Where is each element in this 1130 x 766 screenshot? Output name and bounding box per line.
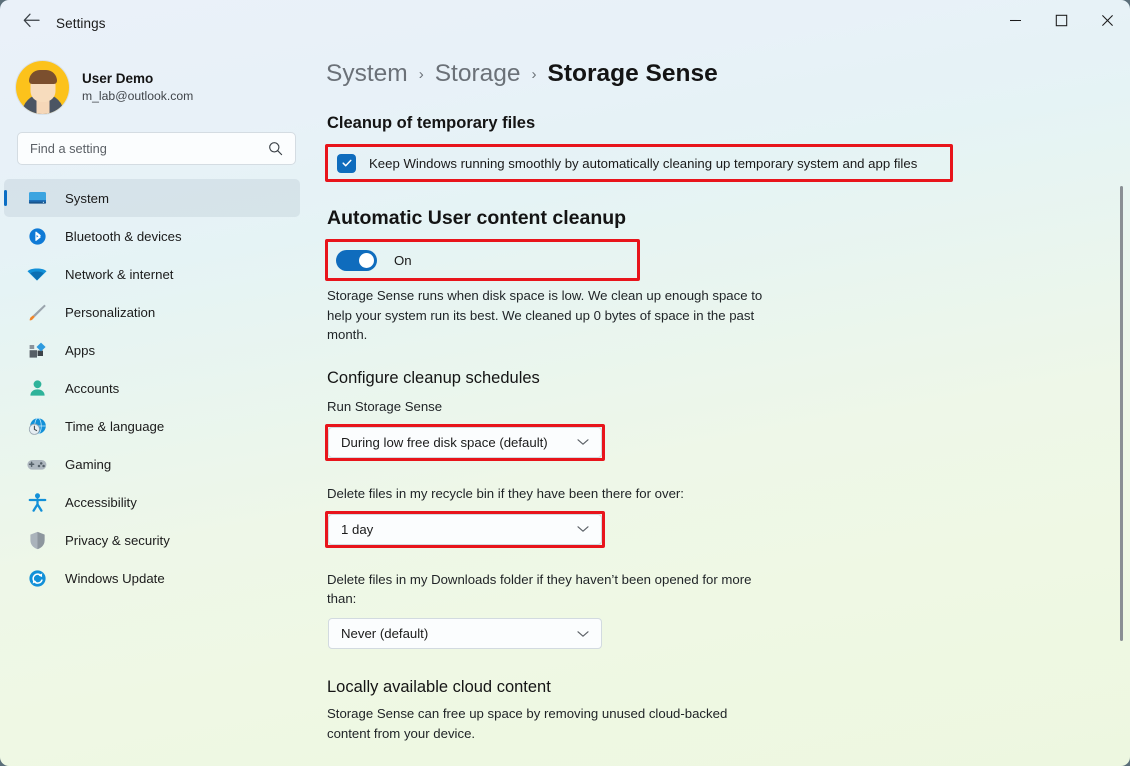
downloads-dropdown-wrap: Never (default) — [328, 618, 602, 650]
sidebar-item-label: Gaming — [65, 456, 112, 472]
chevron-down-icon — [577, 525, 589, 533]
annotation-outline: During low free disk space (default) — [325, 423, 605, 461]
sidebar-item-privacy-security[interactable]: Privacy & security — [4, 521, 300, 559]
content-pane: System › Storage › Storage Sense Cleanup… — [316, 46, 1130, 766]
recycle-bin-dropdown-highlight: 1 day — [325, 510, 605, 548]
window-title: Settings — [56, 15, 106, 31]
minimize-icon — [1009, 14, 1022, 32]
annotation-outline: Keep Windows running smoothly by automat… — [325, 144, 953, 182]
account-email: m_lab@outlook.com — [82, 88, 194, 103]
chevron-right-icon: › — [531, 66, 537, 83]
wifi-icon — [24, 264, 50, 285]
page-title: Storage Sense — [547, 60, 718, 87]
auto-cleanup-heading: Automatic User content cleanup — [327, 207, 627, 229]
sidebar-item-windows-update[interactable]: Windows Update — [4, 559, 300, 597]
run-storage-sense-dropdown-highlight: During low free disk space (default) — [325, 423, 605, 461]
bluetooth-icon — [24, 226, 50, 247]
scrollbar-thumb[interactable] — [1120, 186, 1123, 641]
cloud-content-description: Storage Sense can free up space by remov… — [327, 706, 728, 741]
toggle-state-label: On — [394, 252, 412, 268]
sidebar-item-apps[interactable]: Apps — [4, 331, 300, 369]
back-button[interactable] — [14, 6, 48, 40]
close-button[interactable] — [1084, 0, 1130, 46]
accessibility-icon — [24, 492, 50, 513]
sidebar: User Demo m_lab@outlook.com Find a setti… — [0, 46, 316, 766]
sidebar-item-label: Time & language — [65, 418, 165, 434]
annotation-outline: 1 day — [325, 510, 605, 548]
dropdown-value: During low free disk space (default) — [341, 434, 548, 450]
chevron-down-icon — [577, 438, 589, 446]
recycle-bin-dropdown[interactable]: 1 day — [328, 513, 602, 545]
toggle-switch[interactable] — [336, 249, 377, 271]
maximize-button[interactable] — [1038, 0, 1084, 46]
sidebar-item-time-language[interactable]: Time & language — [4, 407, 300, 445]
storage-sense-toggle-row[interactable]: On — [328, 242, 637, 278]
apps-icon — [24, 340, 50, 361]
sidebar-nav: System Bluetooth & devices Network & int… — [0, 179, 316, 597]
shield-icon — [24, 530, 50, 551]
search-icon — [268, 141, 283, 156]
sidebar-item-system[interactable]: System — [4, 179, 300, 217]
downloads-dropdown[interactable]: Never (default) — [328, 618, 602, 650]
sidebar-item-label: Windows Update — [65, 570, 165, 586]
clock-globe-icon — [24, 416, 50, 437]
sidebar-item-label: Apps — [65, 342, 96, 358]
run-storage-sense-dropdown[interactable]: During low free disk space (default) — [328, 426, 602, 458]
settings-window: Settings User Demo m_lab@outlook.com Fin… — [0, 0, 1130, 766]
minimize-button[interactable] — [992, 0, 1038, 46]
cloud-content-heading: Locally available cloud content — [327, 678, 551, 697]
content-scrollbar[interactable] — [1115, 46, 1127, 766]
breadcrumb-system[interactable]: System — [326, 60, 408, 88]
storage-sense-toggle-highlight: On — [325, 239, 640, 281]
sidebar-item-accounts[interactable]: Accounts — [4, 369, 300, 407]
storage-sense-description: Storage Sense runs when disk space is lo… — [327, 288, 763, 343]
downloads-label: Delete files in my Downloads folder if t… — [327, 571, 752, 607]
dropdown-value: 1 day — [341, 521, 374, 537]
sidebar-item-label: Network & internet — [65, 266, 174, 282]
breadcrumb-storage[interactable]: Storage — [435, 60, 521, 88]
back-arrow-icon — [23, 13, 40, 33]
gamepad-icon — [24, 454, 50, 475]
person-icon — [24, 378, 50, 399]
sidebar-item-bluetooth-devices[interactable]: Bluetooth & devices — [4, 217, 300, 255]
sidebar-item-label: Accessibility — [65, 494, 137, 510]
sidebar-item-network-internet[interactable]: Network & internet — [4, 255, 300, 293]
sidebar-item-label: Bluetooth & devices — [65, 228, 182, 244]
update-icon — [24, 568, 50, 589]
account-name: User Demo — [82, 70, 154, 86]
maximize-icon — [1055, 14, 1068, 32]
temp-files-heading: Cleanup of temporary files — [327, 114, 536, 132]
breadcrumb: System › Storage › Storage Sense — [326, 60, 1130, 88]
configure-schedules-heading: Configure cleanup schedules — [327, 368, 540, 387]
checkbox-checked-icon[interactable] — [337, 153, 356, 173]
sidebar-item-label: Accounts — [65, 380, 120, 396]
account-tile[interactable]: User Demo m_lab@outlook.com — [16, 54, 316, 120]
run-storage-sense-label: Run Storage Sense — [327, 398, 443, 414]
keep-windows-checkbox-label: Keep Windows running smoothly by automat… — [369, 155, 918, 171]
recycle-bin-label: Delete files in my recycle bin if they h… — [327, 485, 684, 501]
close-icon — [1101, 14, 1114, 32]
sidebar-item-label: System — [65, 190, 109, 206]
search-input[interactable] — [30, 141, 268, 156]
sidebar-item-accessibility[interactable]: Accessibility — [4, 483, 300, 521]
chevron-down-icon — [577, 630, 589, 638]
keep-windows-checkbox-highlight: Keep Windows running smoothly by automat… — [325, 144, 953, 182]
avatar — [16, 60, 69, 114]
monitor-icon — [24, 188, 50, 209]
sidebar-item-label: Personalization — [65, 304, 156, 320]
sidebar-item-personalization[interactable]: Personalization — [4, 293, 300, 331]
annotation-outline: On — [325, 239, 640, 281]
chevron-right-icon: › — [418, 66, 424, 83]
paintbrush-icon — [24, 302, 50, 323]
sidebar-item-gaming[interactable]: Gaming — [4, 445, 300, 483]
keep-windows-checkbox-row[interactable]: Keep Windows running smoothly by automat… — [328, 147, 950, 179]
search-box[interactable] — [17, 132, 296, 165]
title-bar: Settings — [0, 0, 1130, 46]
toggle-knob — [359, 252, 374, 268]
sidebar-item-label: Privacy & security — [65, 532, 170, 548]
dropdown-value: Never (default) — [341, 626, 429, 642]
